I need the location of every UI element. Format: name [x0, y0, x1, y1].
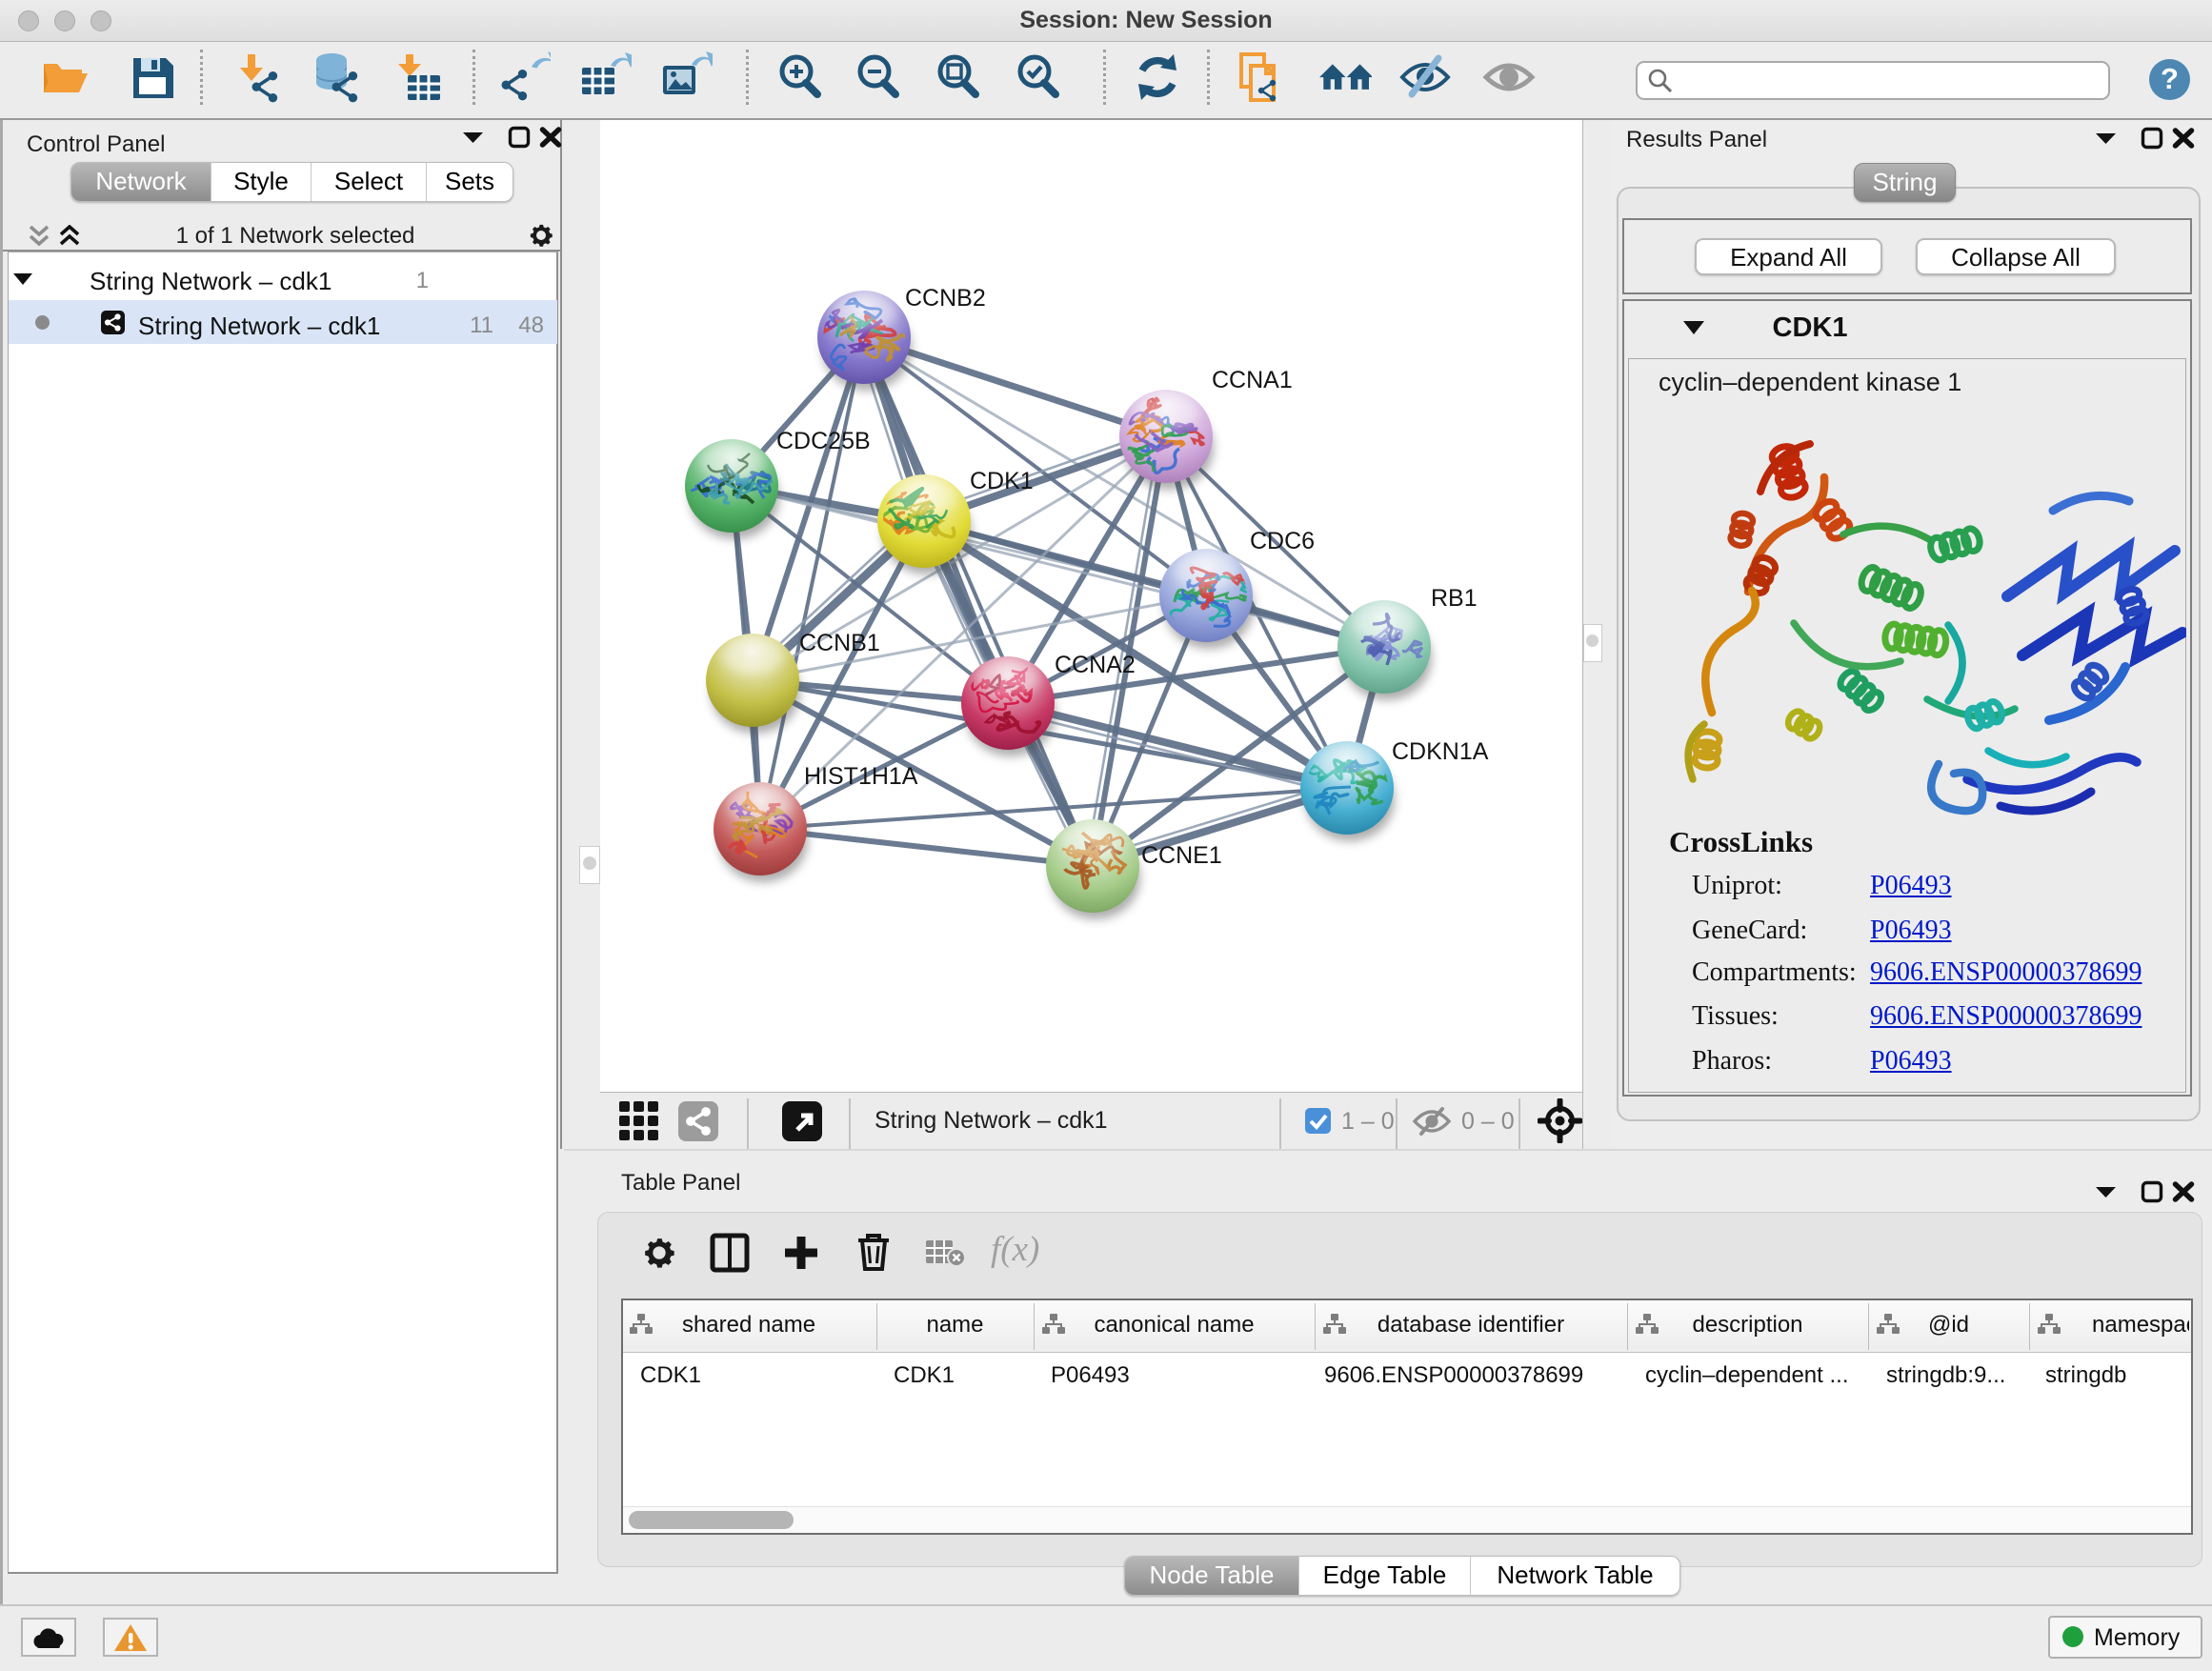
- svg-text:CDC6: CDC6: [1250, 528, 1315, 554]
- svg-text:CCNE1: CCNE1: [1141, 842, 1222, 869]
- svg-text:CCNB2: CCNB2: [905, 285, 986, 312]
- svg-text:CCNA2: CCNA2: [1055, 652, 1136, 678]
- svg-text:CDK1: CDK1: [970, 468, 1034, 494]
- svg-text:HIST1H1A: HIST1H1A: [804, 763, 918, 790]
- svg-text:CCNA1: CCNA1: [1212, 367, 1293, 393]
- svg-text:CCNB1: CCNB1: [799, 630, 880, 656]
- svg-text:RB1: RB1: [1431, 585, 1478, 612]
- svg-text:CDKN1A: CDKN1A: [1392, 738, 1489, 765]
- svg-text:CDC25B: CDC25B: [776, 428, 871, 454]
